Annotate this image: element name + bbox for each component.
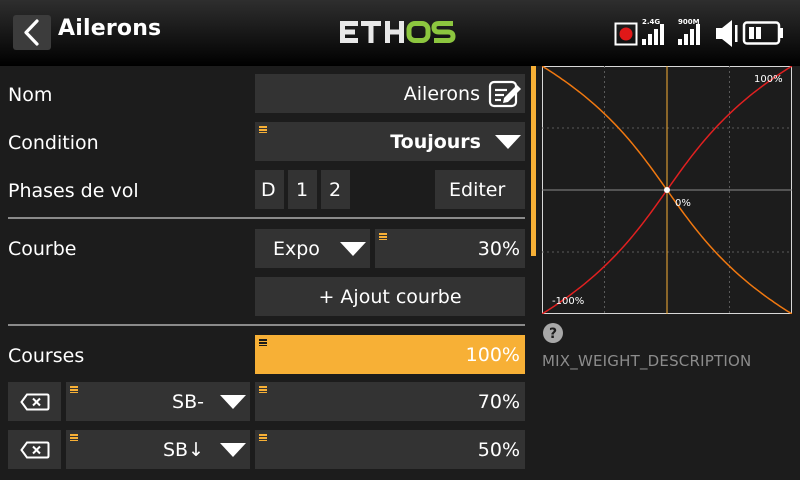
center-label: 0%: [675, 198, 691, 209]
help-description: MIX_WEIGHT_DESCRIPTION: [542, 352, 752, 370]
name-label: Nom: [8, 84, 53, 106]
condition-value: Toujours: [390, 131, 481, 153]
rates-value: 100%: [465, 344, 520, 366]
help-icon[interactable]: ?: [542, 322, 564, 344]
svg-text:?: ?: [549, 326, 557, 342]
page-title: Ailerons: [58, 16, 162, 41]
rates-label: Courses: [8, 345, 85, 367]
source-marker: [70, 386, 78, 393]
edit-flight-modes-button[interactable]: Editer: [435, 170, 525, 209]
svg-text:2.4G: 2.4G: [642, 18, 660, 26]
flight-mode-1[interactable]: 1: [288, 170, 317, 209]
edit-icon: [488, 80, 521, 108]
curve-value-field[interactable]: 30%: [375, 229, 525, 268]
curve-value: 30%: [477, 238, 520, 260]
delete-icon: [20, 441, 50, 459]
divider: [8, 324, 525, 326]
center-point: [664, 187, 670, 193]
curve-chart: 100% 0% -100%: [541, 65, 793, 315]
back-button[interactable]: [13, 15, 51, 50]
curve-chart-svg: 100% 0% -100%: [541, 65, 793, 315]
chevron-down-icon: [220, 395, 246, 409]
curve-type-dropdown[interactable]: Expo: [255, 229, 370, 268]
rate-value: 50%: [477, 439, 520, 461]
rate-switch-dropdown[interactable]: SB↓: [66, 430, 250, 469]
rate-switch-value: SB-: [172, 391, 204, 413]
rate-value-field[interactable]: 70%: [255, 382, 525, 421]
source-marker: [379, 233, 387, 240]
rate-switch-value: SB↓: [162, 439, 204, 461]
source-marker: [259, 126, 267, 133]
condition-label: Condition: [8, 132, 99, 154]
curve-label: Courbe: [8, 238, 77, 260]
rate-value: 70%: [477, 391, 520, 413]
source-marker: [70, 434, 78, 441]
y-min-label: -100%: [552, 296, 584, 307]
flight-mode-d[interactable]: D: [255, 170, 284, 209]
delete-rate-button[interactable]: [8, 382, 61, 421]
status-bar: 2.4G 900M: [614, 18, 783, 47]
speaker-mute-icon: [716, 20, 738, 47]
ethos-logo: [340, 21, 456, 43]
rate-value-field[interactable]: 50%: [255, 430, 525, 469]
chevron-down-icon: [340, 242, 366, 256]
y-max-label: 100%: [754, 74, 783, 85]
source-marker: [259, 434, 267, 441]
curve-type-value: Expo: [273, 238, 320, 260]
battery-icon: [742, 21, 783, 45]
delete-icon: [20, 393, 50, 411]
chevron-left-icon: [24, 19, 39, 46]
signal-2g4-icon: 2.4G: [642, 18, 664, 45]
record-icon: [614, 22, 638, 46]
delete-rate-button[interactable]: [8, 430, 61, 469]
name-field[interactable]: Ailerons: [255, 74, 525, 113]
chevron-down-icon: [220, 443, 246, 457]
rate-switch-dropdown[interactable]: SB-: [66, 382, 250, 421]
add-curve-button[interactable]: + Ajout courbe: [255, 277, 525, 316]
name-value: Ailerons: [403, 83, 480, 105]
source-marker: [259, 339, 267, 346]
divider: [8, 217, 525, 219]
scrollbar[interactable]: [531, 66, 536, 256]
header-bar: Ailerons 2.4G 900M: [0, 0, 800, 66]
condition-dropdown[interactable]: Toujours: [255, 122, 525, 161]
flight-mode-2[interactable]: 2: [321, 170, 350, 209]
flight-modes-label: Phases de vol: [8, 180, 139, 202]
rates-value-field[interactable]: 100%: [255, 335, 525, 374]
source-marker: [259, 386, 267, 393]
signal-900m-icon: 900M: [678, 18, 700, 45]
chevron-down-icon: [495, 135, 521, 149]
